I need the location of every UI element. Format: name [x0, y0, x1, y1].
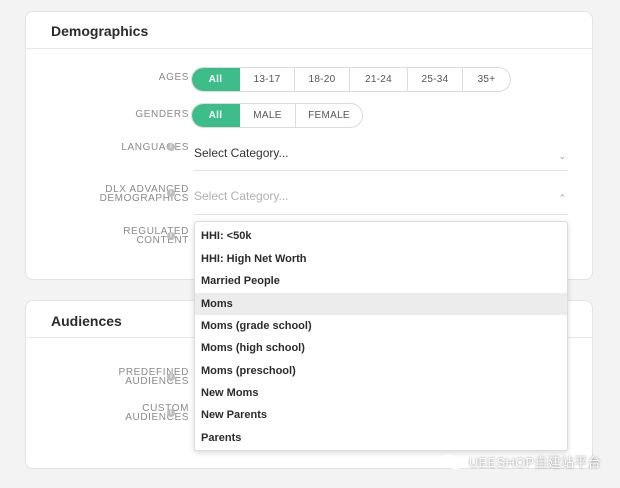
dropdown-item-hhi-lt-50k[interactable]: HHI: <50k — [195, 225, 567, 247]
ages-selector: All 13-17 18-20 21-24 25-34 35+ — [191, 67, 511, 92]
watermark: UEESHOP自建站平台 — [441, 452, 601, 471]
dropdown-item-hhi-high-net-worth[interactable]: HHI: High Net Worth — [195, 248, 567, 270]
dropdown-item-moms-preschool[interactable]: Moms (preschool) — [195, 360, 567, 382]
gender-option-all[interactable]: All — [192, 104, 240, 127]
languages-select-underline — [194, 170, 568, 171]
dlx-info-icon[interactable]: i — [167, 189, 175, 197]
chevron-up-icon: ⌃ — [558, 193, 566, 204]
dlx-advanced-select-placeholder: Select Category... — [194, 189, 289, 203]
custom-label-line-2: AUDIENCES — [125, 413, 189, 422]
custom-audiences-label: CUSTOM AUDIENCES — [125, 404, 189, 422]
audiences-title: Audiences — [51, 313, 122, 329]
gender-option-male[interactable]: MALE — [240, 104, 296, 127]
chevron-down-icon: ⌄ — [558, 151, 566, 162]
demographics-divider — [26, 48, 592, 49]
dropdown-item-moms-grade-school[interactable]: Moms (grade school) — [195, 315, 567, 337]
dropdown-item-moms-high-school[interactable]: Moms (high school) — [195, 337, 567, 359]
dlx-label-line-2: DEMOGRAPHICS — [100, 194, 189, 203]
predefined-info-icon[interactable]: i — [167, 373, 175, 381]
languages-info-icon[interactable]: i — [167, 143, 175, 151]
ages-label: AGES — [159, 73, 189, 82]
genders-label: GENDERS — [135, 110, 189, 119]
genders-selector: All MALE FEMALE — [191, 103, 363, 128]
age-option-13-17[interactable]: 13-17 — [240, 68, 295, 91]
predefined-label-line-2: AUDIENCES — [119, 377, 189, 386]
dlx-select-underline — [194, 214, 568, 215]
watermark-text: UEESHOP自建站平台 — [469, 452, 601, 471]
age-option-21-24[interactable]: 21-24 — [350, 68, 408, 91]
languages-select[interactable]: Select Category... ⌄ — [194, 146, 568, 166]
demographics-title: Demographics — [51, 23, 148, 39]
languages-label: LANGUAGES — [121, 143, 189, 152]
wechat-logo-icon — [441, 454, 463, 470]
age-option-25-34[interactable]: 25-34 — [408, 68, 463, 91]
dlx-advanced-demographics-label: DLX ADVANCED DEMOGRAPHICS — [100, 185, 189, 203]
regulated-label-line-2: CONTENT — [123, 236, 189, 245]
age-option-35-plus[interactable]: 35+ — [463, 68, 510, 91]
regulated-content-label: REGULATED CONTENT — [123, 227, 189, 245]
dropdown-item-new-parents[interactable]: New Parents — [195, 404, 567, 426]
category-dropdown: HHI: <50k HHI: High Net Worth Married Pe… — [194, 221, 568, 451]
age-option-all[interactable]: All — [192, 68, 240, 91]
dropdown-item-married-people[interactable]: Married People — [195, 270, 567, 292]
regulated-info-icon[interactable]: i — [167, 232, 175, 240]
custom-info-icon[interactable]: i — [167, 409, 175, 417]
languages-select-value: Select Category... — [194, 146, 289, 160]
gender-option-female[interactable]: FEMALE — [296, 104, 362, 127]
dropdown-item-moms[interactable]: Moms — [195, 293, 567, 315]
age-option-18-20[interactable]: 18-20 — [295, 68, 350, 91]
dropdown-item-parents[interactable]: Parents — [195, 427, 567, 449]
dropdown-item-new-moms[interactable]: New Moms — [195, 382, 567, 404]
dlx-advanced-select[interactable]: Select Category... ⌃ — [194, 189, 568, 209]
predefined-audiences-label: PREDEFINED AUDIENCES — [119, 368, 189, 386]
